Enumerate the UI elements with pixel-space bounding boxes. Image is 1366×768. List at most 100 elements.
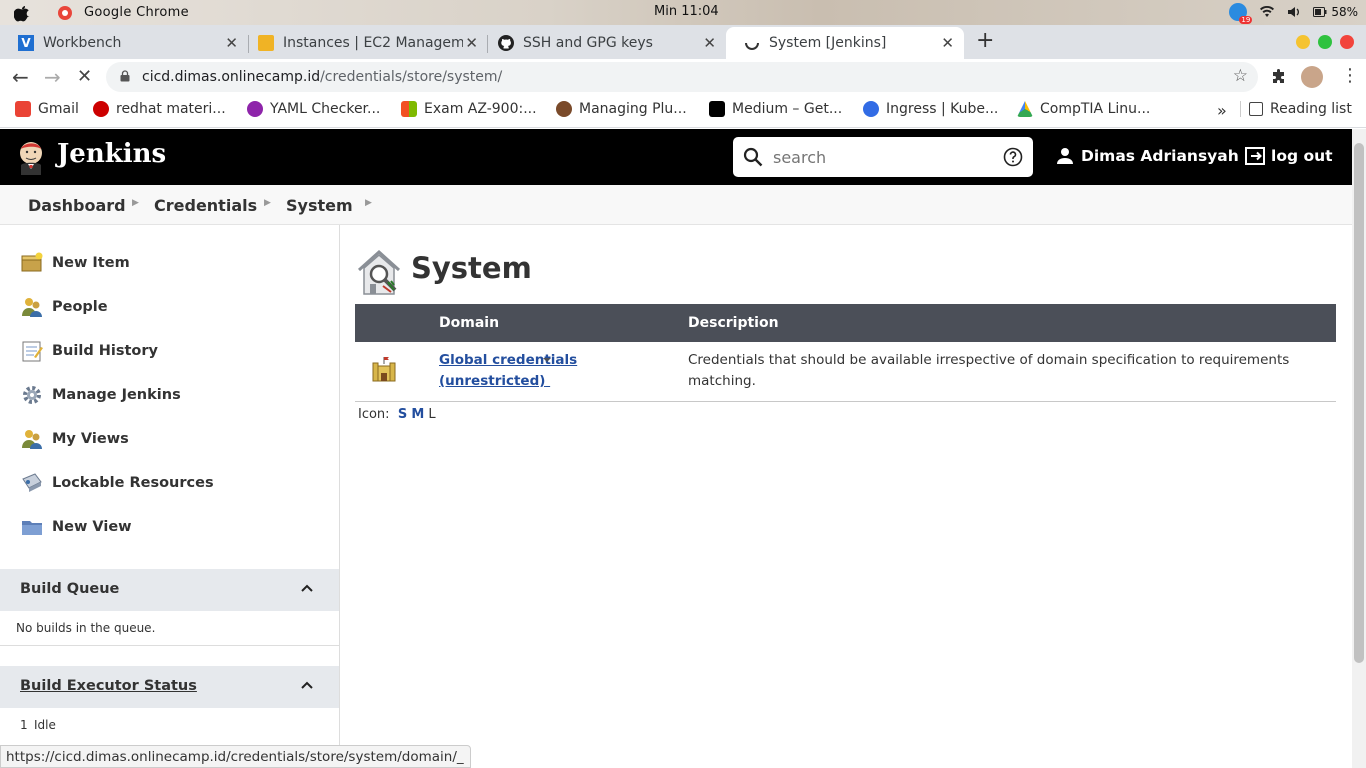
bookmark-az900[interactable]: Exam AZ-900:... xyxy=(401,101,537,117)
domain-column-header[interactable]: Domain xyxy=(439,304,688,342)
task-people[interactable]: People xyxy=(20,295,108,319)
page-scrollbar[interactable] xyxy=(1352,129,1366,768)
tab-workbench[interactable]: V Workbench ✕ xyxy=(0,27,248,59)
active-app-name[interactable]: Google Chrome xyxy=(84,5,189,20)
address-bar[interactable]: cicd.dimas.onlinecamp.id/credentials/sto… xyxy=(106,62,1258,92)
chevron-up-icon[interactable] xyxy=(301,681,313,689)
chrome-menu-icon[interactable]: ⋮ xyxy=(1341,65,1359,86)
reading-list-button[interactable]: Reading list xyxy=(1240,101,1352,117)
dropdown-caret-icon[interactable] xyxy=(542,357,552,363)
search-input[interactable] xyxy=(773,143,993,171)
user-link[interactable]: Dimas Adriansyah xyxy=(1056,147,1239,165)
chevron-right-icon[interactable]: ▶ xyxy=(264,198,271,208)
jenkins-title[interactable]: Jenkins xyxy=(57,139,166,169)
icon-size-medium-link[interactable]: M xyxy=(411,407,424,422)
tab-ec2[interactable]: Instances | EC2 Manageme ✕ xyxy=(240,27,488,59)
help-icon[interactable] xyxy=(1003,147,1023,167)
build-queue-empty-text: No builds in the queue. xyxy=(16,621,156,635)
clock[interactable]: Min 11:04 xyxy=(654,4,719,19)
bookmark-yaml[interactable]: YAML Checker... xyxy=(247,101,380,117)
breadcrumb-credentials[interactable]: Credentials xyxy=(154,196,257,215)
bookmark-managing-plugins[interactable]: Managing Plu... xyxy=(556,101,687,117)
executor-number: 1 xyxy=(20,718,28,732)
jenkins-logo-icon[interactable] xyxy=(15,139,47,175)
bookmark-medium[interactable]: Medium – Get... xyxy=(709,101,842,117)
task-label: People xyxy=(52,299,108,315)
new-tab-button[interactable]: + xyxy=(976,28,994,53)
page-title: System xyxy=(411,251,532,285)
notification-icon[interactable]: 19 xyxy=(1229,3,1253,24)
tab-title: SSH and GPG keys xyxy=(523,35,653,51)
build-queue-header[interactable]: Build Queue xyxy=(0,569,339,611)
task-new-item[interactable]: New Item xyxy=(20,251,130,275)
bookmarks-overflow-button[interactable]: » xyxy=(1217,101,1227,120)
maximize-button[interactable] xyxy=(1318,35,1332,49)
icon-size-small-link[interactable]: S xyxy=(398,407,407,422)
breadcrumb-system[interactable]: System xyxy=(286,196,353,215)
gmail-icon xyxy=(15,101,31,117)
task-manage-jenkins[interactable]: Manage Jenkins xyxy=(20,383,181,407)
forward-button[interactable]: → xyxy=(44,65,61,89)
task-build-history[interactable]: Build History xyxy=(20,339,158,363)
tab-github[interactable]: SSH and GPG keys ✕ xyxy=(480,27,726,59)
executor-state: Idle xyxy=(34,718,56,732)
tab-title: Workbench xyxy=(43,35,122,51)
back-button[interactable]: ← xyxy=(12,65,29,89)
volume-icon[interactable] xyxy=(1287,5,1301,19)
task-lockable-resources[interactable]: Lockable Resources xyxy=(20,471,214,495)
close-tab-icon[interactable]: ✕ xyxy=(465,34,478,52)
breadcrumb-dashboard[interactable]: Dashboard xyxy=(28,196,126,215)
people-icon xyxy=(22,298,42,317)
apple-icon[interactable] xyxy=(14,4,30,22)
bookmark-ingress[interactable]: Ingress | Kube... xyxy=(863,101,998,117)
bookmark-label: Ingress | Kube... xyxy=(886,101,999,117)
bookmark-star-icon[interactable]: ☆ xyxy=(1233,66,1248,86)
close-tab-icon[interactable]: ✕ xyxy=(703,34,716,52)
notification-count: 19 xyxy=(1239,16,1253,24)
global-credentials-link[interactable]: Global credentials (unrestricted) xyxy=(439,352,577,389)
jenkins-header: Jenkins Dimas Adriansyah log out xyxy=(0,129,1352,185)
bookmark-comptia[interactable]: CompTIA Linu... xyxy=(1017,101,1150,117)
chrome-app-icon xyxy=(58,5,72,20)
bookmark-gmail[interactable]: Gmail xyxy=(15,101,79,117)
url-host: cicd.dimas.onlinecamp.id xyxy=(142,69,321,85)
chevron-right-icon[interactable]: ▶ xyxy=(365,198,372,208)
bookmark-label: Gmail xyxy=(38,101,79,117)
close-window-button[interactable] xyxy=(1340,35,1354,49)
battery-icon[interactable] xyxy=(1313,7,1327,17)
wifi-icon[interactable] xyxy=(1259,5,1275,19)
bookmarks-bar: Gmail redhat materi... YAML Checker... E… xyxy=(0,95,1366,128)
chevron-up-icon[interactable] xyxy=(301,584,313,592)
bookmark-label: Managing Plu... xyxy=(579,101,687,117)
close-tab-icon[interactable]: ✕ xyxy=(225,34,238,52)
task-my-views[interactable]: My Views xyxy=(20,427,129,451)
build-executor-title[interactable]: Build Executor Status xyxy=(20,678,197,694)
build-executor-header[interactable]: Build Executor Status xyxy=(0,666,339,708)
chevron-right-icon[interactable]: ▶ xyxy=(132,198,139,208)
task-new-view[interactable]: New View xyxy=(20,515,132,539)
bookmark-redhat[interactable]: redhat materi... xyxy=(93,101,226,117)
extensions-icon[interactable] xyxy=(1271,69,1288,86)
vscode-icon: V xyxy=(18,35,34,51)
scrollbar-thumb[interactable] xyxy=(1354,143,1364,663)
tab-title: System [Jenkins] xyxy=(769,35,887,51)
browser-toolbar: ← → ✕ cicd.dimas.onlinecamp.id/credentia… xyxy=(0,59,1366,95)
battery-percent: 58% xyxy=(1331,5,1358,19)
icon-size-label: Icon: xyxy=(358,407,390,422)
reading-list-icon xyxy=(1249,102,1263,116)
icon-size-selector: Icon: S M L xyxy=(358,407,436,422)
close-tab-icon[interactable]: ✕ xyxy=(941,34,954,52)
description-column-header[interactable]: Description xyxy=(688,304,1336,342)
logout-link[interactable]: log out xyxy=(1244,146,1333,166)
kubernetes-icon xyxy=(863,101,879,117)
stop-loading-button[interactable]: ✕ xyxy=(77,66,92,87)
logout-label: log out xyxy=(1271,147,1333,165)
profile-avatar[interactable] xyxy=(1301,66,1323,88)
minimize-button[interactable] xyxy=(1296,35,1310,49)
icon-column-header xyxy=(355,304,439,342)
gear-icon xyxy=(23,386,41,404)
tab-jenkins-active[interactable]: System [Jenkins] ✕ xyxy=(726,27,964,59)
lock-icon[interactable] xyxy=(120,70,130,82)
reading-list-label: Reading list xyxy=(1270,101,1352,117)
microsoft-icon xyxy=(401,101,417,117)
